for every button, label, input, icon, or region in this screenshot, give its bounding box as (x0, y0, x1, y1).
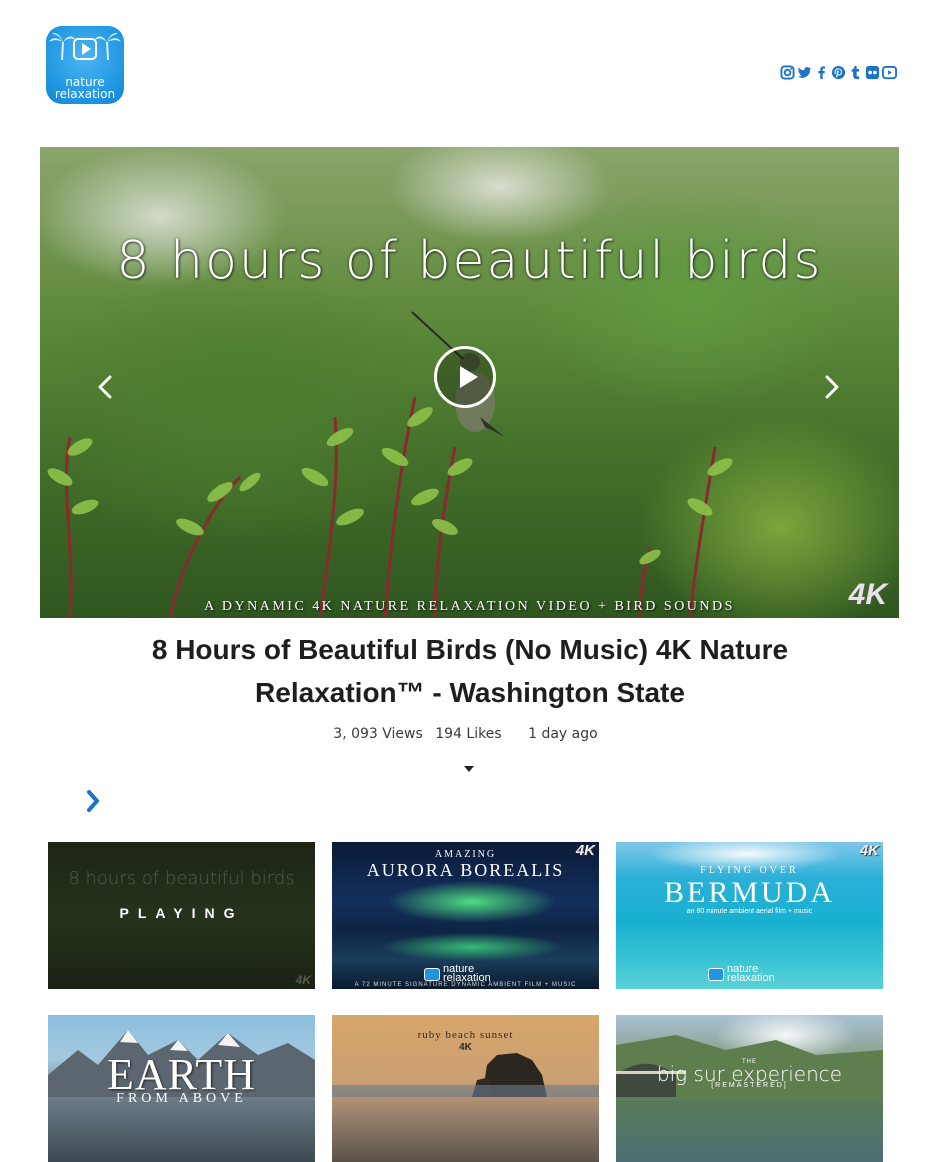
thumbnail-title: ruby beach sunset (417, 1029, 514, 1041)
pinterest-icon[interactable] (831, 64, 846, 80)
thumbnail-caption: an 80 minute ambient aerial film + music (686, 908, 813, 915)
video-thumbnail[interactable]: 4K FLYING OVER BERMUDA an 80 minute ambi… (616, 842, 883, 989)
logo-text-line2: relaxation (727, 972, 775, 984)
4k-badge: 4K (295, 973, 311, 987)
nature-relaxation-logo: nature relaxation (424, 964, 491, 984)
thumbnail-title: BERMUDA (663, 876, 835, 909)
thumbnail-subtitle: [REMASTERED] (711, 1082, 788, 1089)
hero-subtitle-overlay: A DYNAMIC 4K NATURE RELAXATION VIDEO + B… (204, 599, 735, 614)
video-thumbnail[interactable]: EARTH FROM ABOVE (48, 1015, 315, 1162)
play-icon[interactable] (434, 346, 496, 408)
nature-relaxation-logo: nature relaxation (708, 964, 775, 984)
thumbnail-caption: A 72 MINUTE SIGNATURE DYNAMIC AMBIENT FI… (354, 982, 577, 988)
thumbnail-small-text: FLYING OVER (700, 865, 799, 876)
palm-tree-icon (95, 33, 121, 60)
flickr-icon[interactable] (865, 64, 880, 80)
caret-down-icon[interactable] (464, 766, 474, 772)
4k-badge: 4K (848, 578, 887, 611)
thumbnail-title: AURORA BOREALIS (366, 860, 565, 880)
logo-text-line2: relaxation (54, 87, 116, 101)
tumblr-icon[interactable] (848, 64, 863, 80)
chevron-left-icon[interactable] (95, 373, 115, 401)
play-icon (424, 967, 440, 981)
playing-label: PLAYING (119, 905, 244, 921)
nature-relaxation-logo[interactable]: nature relaxation (46, 26, 124, 104)
video-thumbnail[interactable]: 8 hours of beautiful birds PLAYING 4K (48, 842, 315, 989)
video-title: 8 Hours of Beautiful Birds (No Music) 4K… (151, 634, 789, 708)
facebook-icon[interactable] (814, 64, 829, 80)
sea-stack-illustration (332, 1053, 599, 1097)
chevron-right-icon[interactable] (85, 789, 101, 813)
4k-badge: 4K (459, 1042, 472, 1053)
social-links (780, 64, 897, 80)
view-count: 3, 093 Views (333, 726, 423, 742)
video-meta: 3, 093 Views 194 Likes 1 day ago (0, 726, 931, 742)
video-thumbnail[interactable]: THE big sur experience [REMASTERED] (616, 1015, 883, 1162)
youtube-icon[interactable] (882, 64, 897, 80)
thumbnail-subtitle: FROM ABOVE (116, 1091, 247, 1106)
video-thumbnail[interactable]: ruby beach sunset 4K (332, 1015, 599, 1162)
twitter-icon[interactable] (797, 64, 812, 80)
hero-video[interactable]: 8 hours of beautiful birds A DYNAMIC 4K … (40, 147, 899, 618)
post-time: 1 day ago (528, 726, 598, 742)
chevron-right-icon[interactable] (822, 373, 842, 401)
palm-tree-icon (49, 33, 75, 60)
video-thumbnail[interactable]: 4K AMAZING AURORA BOREALIS nature relaxat… (332, 842, 599, 989)
like-count: 194 Likes (435, 726, 502, 742)
hero-title-overlay: 8 hours of beautiful birds (116, 231, 823, 291)
play-icon (73, 38, 97, 60)
4k-badge: 4K (859, 842, 879, 859)
instagram-icon[interactable] (780, 64, 795, 80)
thumbnail-small-text: AMAZING (434, 849, 497, 860)
play-icon (708, 967, 724, 981)
thumbnail-overlay-text: 8 hours of beautiful birds (68, 868, 295, 889)
